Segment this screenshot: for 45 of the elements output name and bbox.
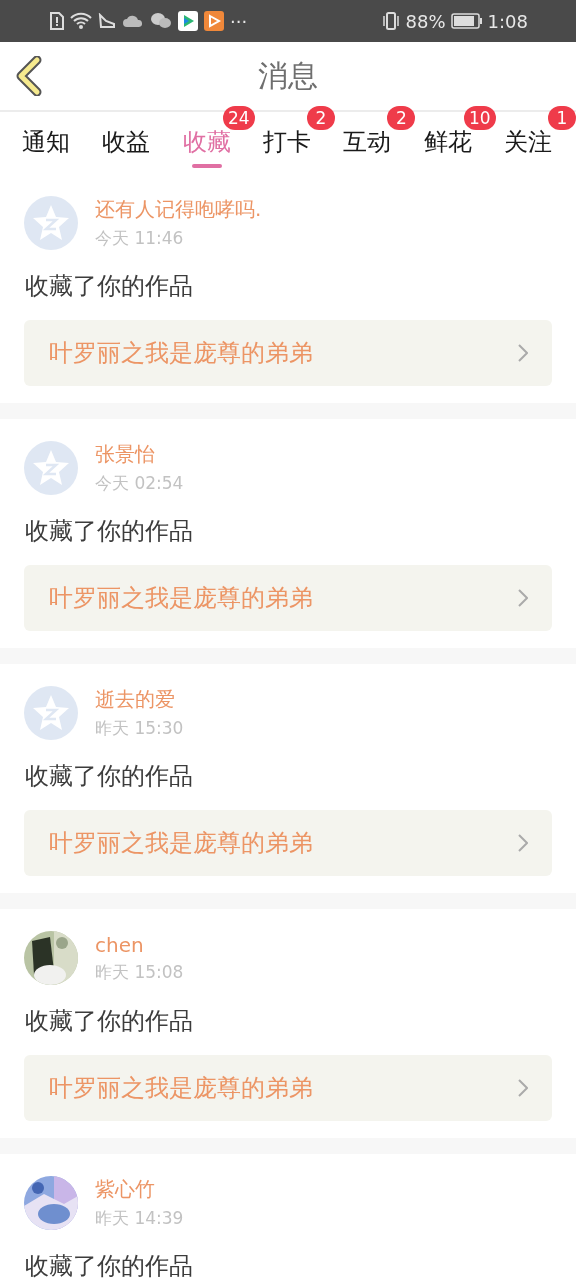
work-link[interactable]: 叶罗丽之我是庞尊的弟弟 xyxy=(24,1055,552,1121)
page-title: 消息 xyxy=(258,56,318,95)
action-text: 收藏了你的作品 xyxy=(25,761,194,792)
action-text: 收藏了你的作品 xyxy=(25,516,194,547)
action-text: 收藏了你的作品 xyxy=(25,1251,194,1280)
video-app-icon xyxy=(204,11,224,31)
chat-bubbles-icon xyxy=(150,12,172,30)
tab[interactable]: 通知 xyxy=(22,112,70,174)
default-avatar-icon xyxy=(24,441,78,495)
message-time: 今天 02:54 xyxy=(95,472,184,495)
work-link[interactable]: 叶罗丽之我是庞尊的弟弟 xyxy=(24,810,552,876)
count-badge: 24 xyxy=(223,106,255,130)
battery-percent: 88% xyxy=(405,10,446,32)
work-link[interactable]: 叶罗丽之我是庞尊的弟弟 xyxy=(24,320,552,386)
play-app-icon xyxy=(178,11,198,31)
wifi-icon xyxy=(70,12,92,30)
user-name[interactable]: 逝去的爱 xyxy=(95,686,184,713)
chevron-right-icon xyxy=(518,589,528,607)
sim-alert-icon xyxy=(50,12,64,30)
count-badge: 2 xyxy=(387,106,416,130)
chevron-right-icon xyxy=(518,344,528,362)
work-link[interactable]: 叶罗丽之我是庞尊的弟弟 xyxy=(24,565,552,631)
count-badge: 10 xyxy=(464,106,496,130)
chevron-right-icon xyxy=(518,1079,528,1097)
user-name[interactable]: 紫心竹 xyxy=(95,1176,184,1203)
action-text: 收藏了你的作品 xyxy=(25,1006,194,1037)
message-time: 今天 11:46 xyxy=(95,227,185,250)
count-badge: 1 xyxy=(547,106,576,130)
default-avatar-icon xyxy=(24,686,78,740)
battery-icon xyxy=(450,13,483,29)
cloud-icon xyxy=(122,14,144,28)
message-time: 昨天 14:39 xyxy=(95,1207,184,1230)
default-avatar-icon xyxy=(24,196,78,250)
vibrate-icon xyxy=(380,11,401,31)
tab[interactable]: 收益 xyxy=(102,112,151,174)
user-name[interactable]: chen xyxy=(95,932,184,957)
action-text: 收藏了你的作品 xyxy=(25,271,194,302)
count-badge: 2 xyxy=(307,106,335,130)
user-name[interactable]: 还有人记得咆哮吗. xyxy=(95,196,262,223)
more-notifications: ··· xyxy=(230,10,248,32)
clock-time: 1:08 xyxy=(487,10,528,32)
chevron-right-icon xyxy=(518,834,528,852)
message-time: 昨天 15:30 xyxy=(95,717,184,740)
user-name[interactable]: 张景怡 xyxy=(95,441,184,468)
message-time: 昨天 15:08 xyxy=(95,960,184,984)
